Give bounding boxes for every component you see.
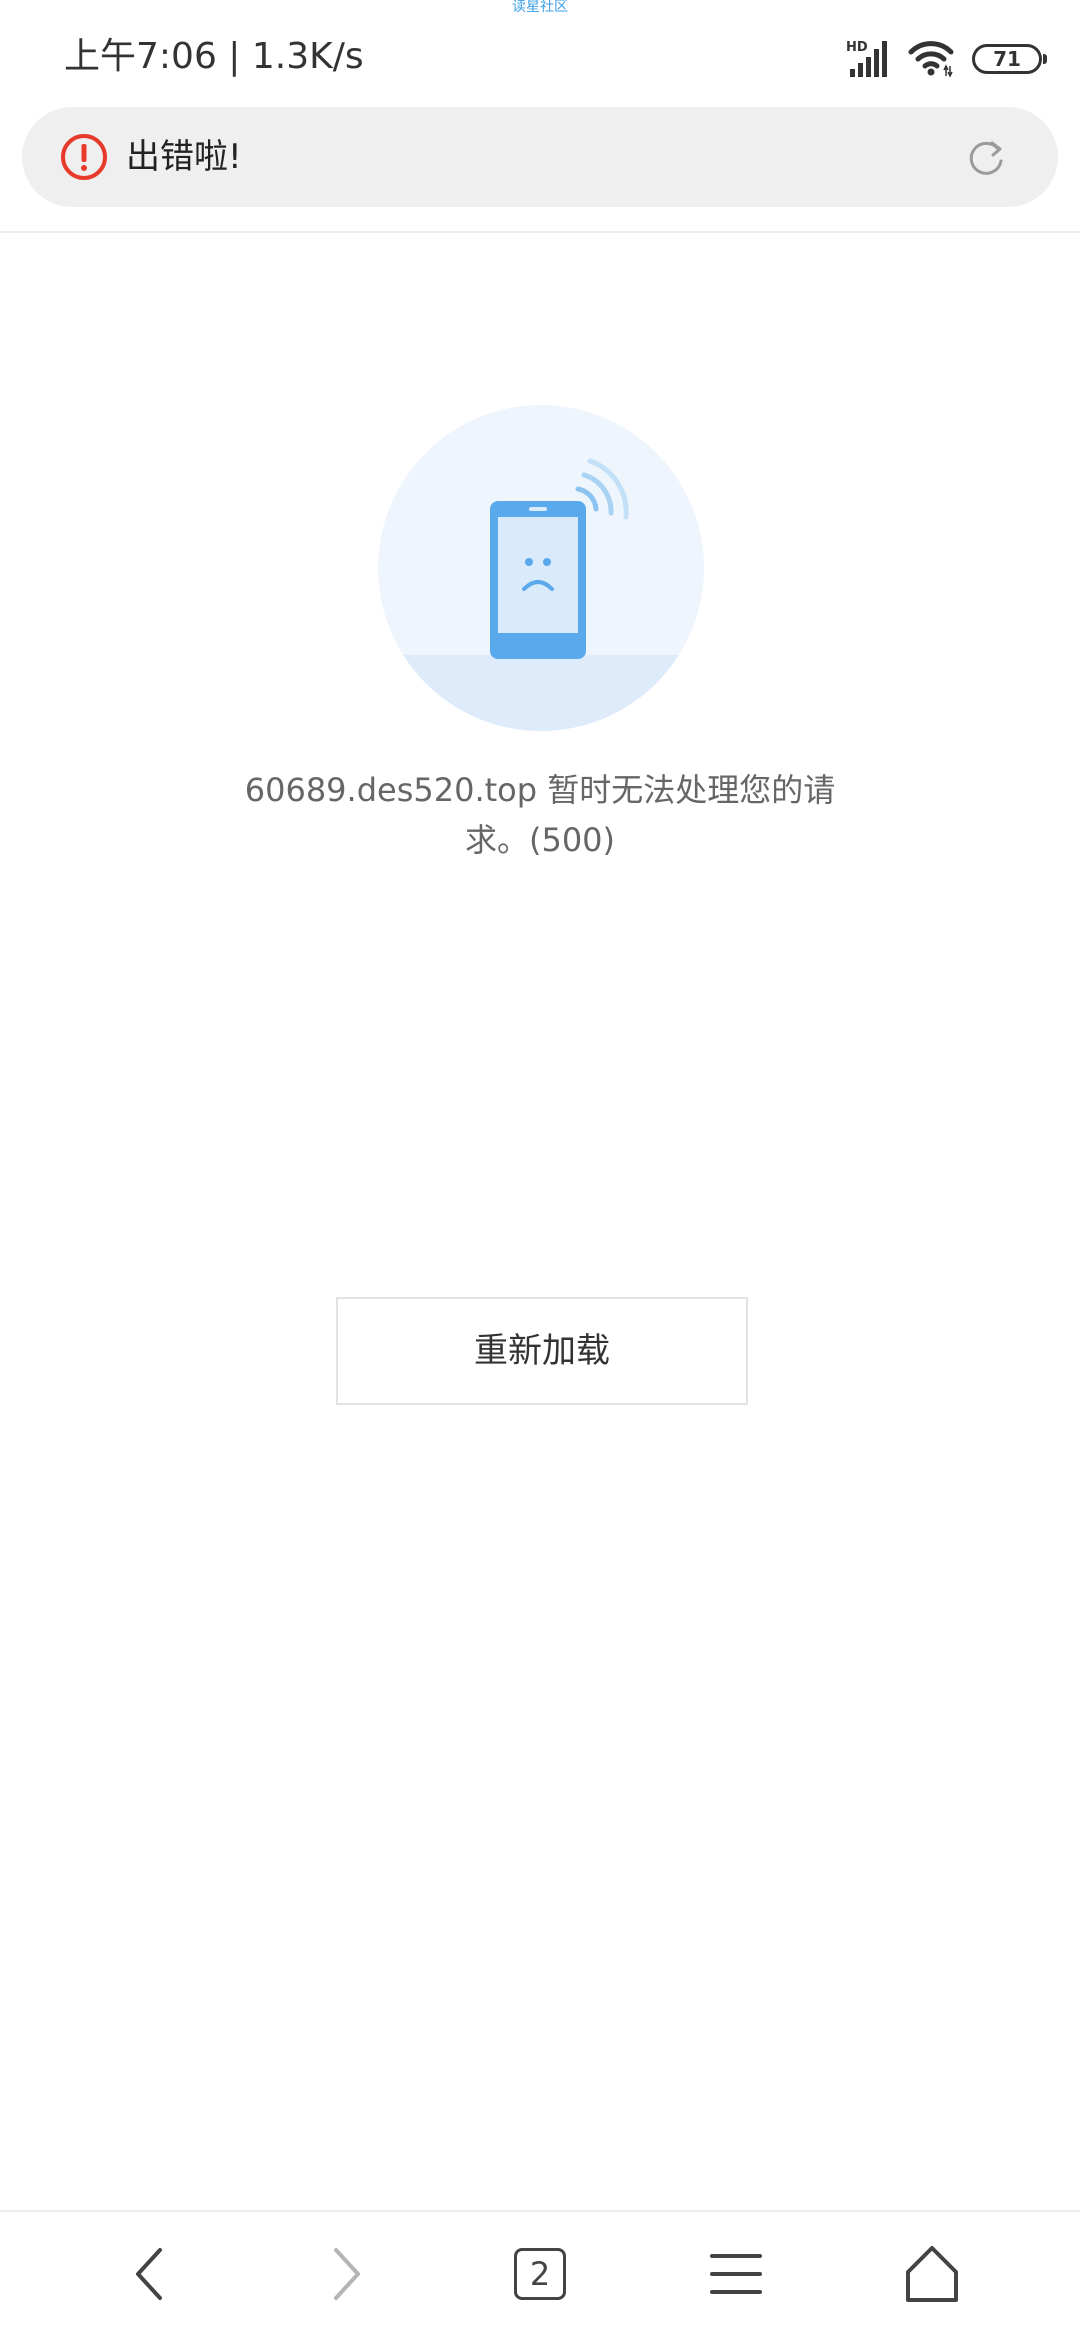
bottom-nav: 2 — [0, 2212, 1080, 2340]
battery-level: 71 — [993, 47, 1021, 71]
menu-icon[interactable] — [704, 2242, 768, 2306]
reload-button[interactable]: 重新加载 — [336, 1297, 748, 1405]
status-bar: 上午7:06 | 1.3K/s HD 71 — [0, 24, 1080, 94]
page-title: 出错啦! — [126, 137, 242, 177]
status-time: 上午7:06 | 1.3K/s — [64, 36, 364, 77]
network-label: HD — [846, 40, 868, 55]
refresh-icon[interactable] — [966, 137, 1006, 177]
battery-icon: 71 — [972, 44, 1047, 74]
error-message: 60689.des520.top 暂时无法处理您的请求。(500) — [244, 771, 836, 859]
wifi-icon — [908, 41, 954, 78]
signal-icon: HD — [846, 40, 887, 77]
browser-screen: 读星社区 上午7:06 | 1.3K/s HD 71 出错啦! 60689.de… — [0, 0, 1080, 2340]
header-divider — [0, 231, 1080, 233]
error-icon — [61, 134, 107, 180]
tab-count: 2 — [514, 2248, 566, 2300]
home-icon[interactable] — [900, 2242, 964, 2306]
error-illustration — [378, 405, 704, 731]
address-bar[interactable]: 出错啦! — [22, 107, 1058, 207]
status-icons: HD 71 — [828, 34, 1047, 84]
forward-icon[interactable] — [312, 2242, 376, 2306]
tabs-button[interactable]: 2 — [514, 2248, 566, 2300]
watermark: 读星社区 — [512, 0, 568, 15]
back-icon[interactable] — [120, 2242, 184, 2306]
